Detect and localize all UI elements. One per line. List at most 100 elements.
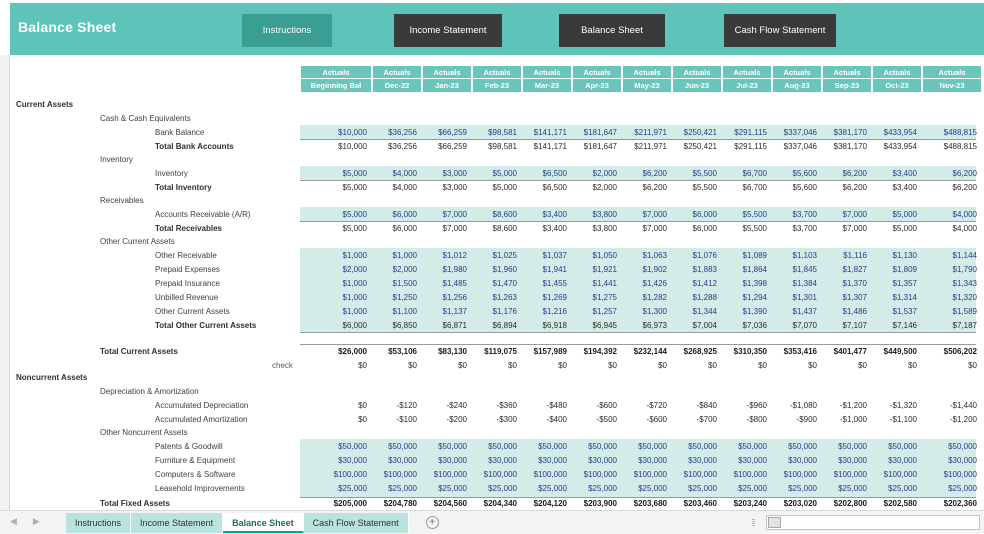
- cell-r13-c0[interactable]: $0: [300, 360, 372, 372]
- cell-r14-c8[interactable]: -$960: [722, 400, 772, 412]
- cell-r4-c1[interactable]: $6,000: [372, 209, 422, 221]
- cell-r8-c7[interactable]: $1,412: [672, 278, 722, 290]
- cell-r20-c1[interactable]: $204,780: [372, 498, 422, 510]
- cell-r12-c10[interactable]: $401,477: [822, 346, 872, 358]
- cell-r19-c8[interactable]: $25,000: [722, 483, 772, 495]
- cell-r13-c10[interactable]: $0: [822, 360, 872, 372]
- cell-r19-c4[interactable]: $25,000: [522, 483, 572, 495]
- cell-r19-c6[interactable]: $25,000: [622, 483, 672, 495]
- cell-r17-c6[interactable]: $30,000: [622, 455, 672, 467]
- cell-r16-c10[interactable]: $50,000: [822, 441, 872, 453]
- cell-r13-c4[interactable]: $0: [522, 360, 572, 372]
- cell-r0-c2[interactable]: $66,259: [422, 127, 472, 139]
- sheet-tab-0[interactable]: Instructions: [66, 513, 132, 533]
- cell-r1-c10[interactable]: $381,170: [822, 141, 872, 153]
- cell-r10-c1[interactable]: $1,100: [372, 306, 422, 318]
- cell-r14-c10[interactable]: -$1,200: [822, 400, 872, 412]
- cell-r14-c2[interactable]: -$240: [422, 400, 472, 412]
- cell-r0-c4[interactable]: $141,171: [522, 127, 572, 139]
- cell-r20-c12[interactable]: $202,360: [922, 498, 982, 510]
- column-header-4[interactable]: Actuals Mar-23: [522, 65, 572, 93]
- nav-button-2[interactable]: Balance Sheet: [559, 14, 665, 47]
- cell-r3-c8[interactable]: $6,700: [722, 182, 772, 194]
- cell-r19-c12[interactable]: $25,000: [922, 483, 982, 495]
- cell-r4-c0[interactable]: $5,000: [300, 209, 372, 221]
- cell-r8-c12[interactable]: $1,343: [922, 278, 982, 290]
- cell-r18-c11[interactable]: $100,000: [872, 469, 922, 481]
- cell-r3-c9[interactable]: $5,600: [772, 182, 822, 194]
- cell-r2-c5[interactable]: $2,000: [572, 168, 622, 180]
- cell-r19-c0[interactable]: $25,000: [300, 483, 372, 495]
- cell-r4-c7[interactable]: $6,000: [672, 209, 722, 221]
- cell-r18-c8[interactable]: $100,000: [722, 469, 772, 481]
- split-grip[interactable]: [752, 519, 755, 527]
- cell-r8-c8[interactable]: $1,398: [722, 278, 772, 290]
- cell-r17-c3[interactable]: $30,000: [472, 455, 522, 467]
- cell-r14-c9[interactable]: -$1,080: [772, 400, 822, 412]
- sheet-tab-1[interactable]: Income Statement: [131, 513, 224, 533]
- cell-r4-c3[interactable]: $8,600: [472, 209, 522, 221]
- cell-r7-c2[interactable]: $1,980: [422, 264, 472, 276]
- cell-r2-c10[interactable]: $6,200: [822, 168, 872, 180]
- cell-r13-c6[interactable]: $0: [622, 360, 672, 372]
- cell-r9-c0[interactable]: $1,000: [300, 292, 372, 304]
- cell-r16-c8[interactable]: $50,000: [722, 441, 772, 453]
- cell-r5-c9[interactable]: $3,700: [772, 223, 822, 235]
- cell-r14-c7[interactable]: -$840: [672, 400, 722, 412]
- column-header-3[interactable]: Actuals Feb-23: [472, 65, 522, 93]
- cell-r11-c9[interactable]: $7,070: [772, 320, 822, 332]
- cell-r15-c3[interactable]: -$300: [472, 414, 522, 426]
- cell-r14-c6[interactable]: -$720: [622, 400, 672, 412]
- nav-button-0[interactable]: Instructions: [242, 14, 332, 47]
- cell-r3-c12[interactable]: $6,200: [922, 182, 982, 194]
- cell-r6-c6[interactable]: $1,063: [622, 250, 672, 262]
- cell-r6-c12[interactable]: $1,144: [922, 250, 982, 262]
- cell-r12-c4[interactable]: $157,989: [522, 346, 572, 358]
- cell-r15-c12[interactable]: -$1,200: [922, 414, 982, 426]
- cell-r18-c7[interactable]: $100,000: [672, 469, 722, 481]
- cell-r7-c6[interactable]: $1,902: [622, 264, 672, 276]
- cell-r1-c8[interactable]: $291,115: [722, 141, 772, 153]
- cell-r6-c8[interactable]: $1,089: [722, 250, 772, 262]
- cell-r16-c7[interactable]: $50,000: [672, 441, 722, 453]
- cell-r15-c8[interactable]: -$800: [722, 414, 772, 426]
- cell-r11-c5[interactable]: $6,945: [572, 320, 622, 332]
- plus-circle-icon[interactable]: +: [425, 516, 439, 529]
- cell-r6-c5[interactable]: $1,050: [572, 250, 622, 262]
- cell-r7-c9[interactable]: $1,845: [772, 264, 822, 276]
- cell-r3-c2[interactable]: $3,000: [422, 182, 472, 194]
- cell-r15-c11[interactable]: -$1,100: [872, 414, 922, 426]
- cell-r17-c8[interactable]: $30,000: [722, 455, 772, 467]
- cell-r12-c6[interactable]: $232,144: [622, 346, 672, 358]
- cell-r9-c12[interactable]: $1,320: [922, 292, 982, 304]
- cell-r5-c4[interactable]: $3,400: [522, 223, 572, 235]
- cell-r10-c5[interactable]: $1,257: [572, 306, 622, 318]
- column-header-12[interactable]: Actuals Nov-23: [922, 65, 982, 93]
- cell-r17-c0[interactable]: $30,000: [300, 455, 372, 467]
- cell-r20-c6[interactable]: $203,680: [622, 498, 672, 510]
- column-header-2[interactable]: Actuals Jan-23: [422, 65, 472, 93]
- cell-r2-c8[interactable]: $6,700: [722, 168, 772, 180]
- cell-r4-c2[interactable]: $7,000: [422, 209, 472, 221]
- cell-r6-c11[interactable]: $1,130: [872, 250, 922, 262]
- scrollbar-thumb[interactable]: [768, 517, 781, 528]
- cell-r9-c8[interactable]: $1,294: [722, 292, 772, 304]
- cell-r13-c1[interactable]: $0: [372, 360, 422, 372]
- cell-r19-c10[interactable]: $25,000: [822, 483, 872, 495]
- cell-r17-c7[interactable]: $30,000: [672, 455, 722, 467]
- cell-r15-c6[interactable]: -$600: [622, 414, 672, 426]
- cell-r8-c6[interactable]: $1,426: [622, 278, 672, 290]
- cell-r1-c4[interactable]: $141,171: [522, 141, 572, 153]
- cell-r10-c6[interactable]: $1,300: [622, 306, 672, 318]
- cell-r10-c11[interactable]: $1,537: [872, 306, 922, 318]
- cell-r7-c12[interactable]: $1,790: [922, 264, 982, 276]
- cell-r18-c1[interactable]: $100,000: [372, 469, 422, 481]
- cell-r0-c8[interactable]: $291,115: [722, 127, 772, 139]
- cell-r14-c4[interactable]: -$480: [522, 400, 572, 412]
- cell-r16-c2[interactable]: $50,000: [422, 441, 472, 453]
- cell-r4-c12[interactable]: $4,000: [922, 209, 982, 221]
- sheet-tab-3[interactable]: Cash Flow Statement: [303, 513, 409, 533]
- cell-r20-c11[interactable]: $202,580: [872, 498, 922, 510]
- cell-r20-c3[interactable]: $204,340: [472, 498, 522, 510]
- cell-r12-c5[interactable]: $194,392: [572, 346, 622, 358]
